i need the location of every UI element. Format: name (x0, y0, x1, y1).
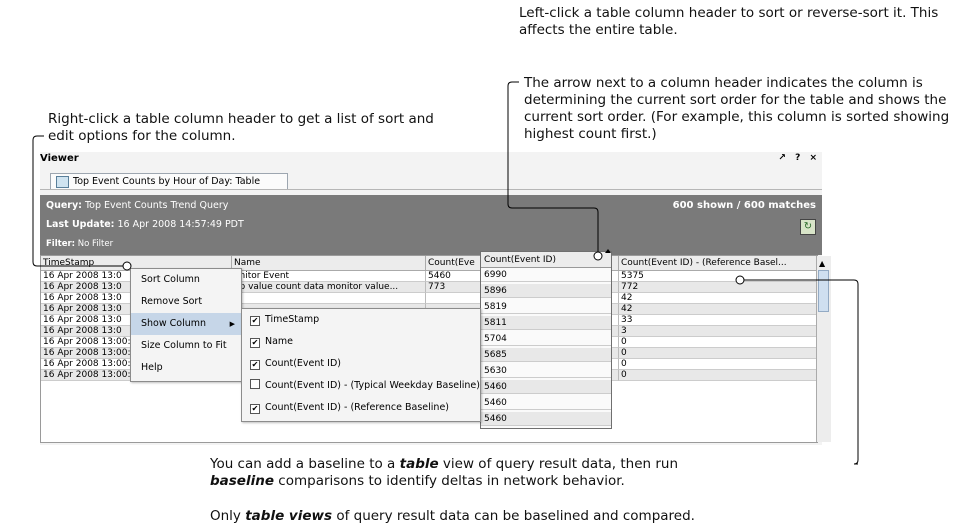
callout-leader-lines (32, 81, 859, 465)
leader-sort-arrow (507, 81, 599, 252)
leader-dot-timestamp (122, 261, 132, 271)
sort-arrow-icon (605, 249, 611, 253)
leader-dot-count (593, 251, 603, 261)
leader-right-click (32, 135, 123, 267)
leader-baseline (744, 279, 859, 465)
leader-dot-baseline (735, 275, 745, 285)
